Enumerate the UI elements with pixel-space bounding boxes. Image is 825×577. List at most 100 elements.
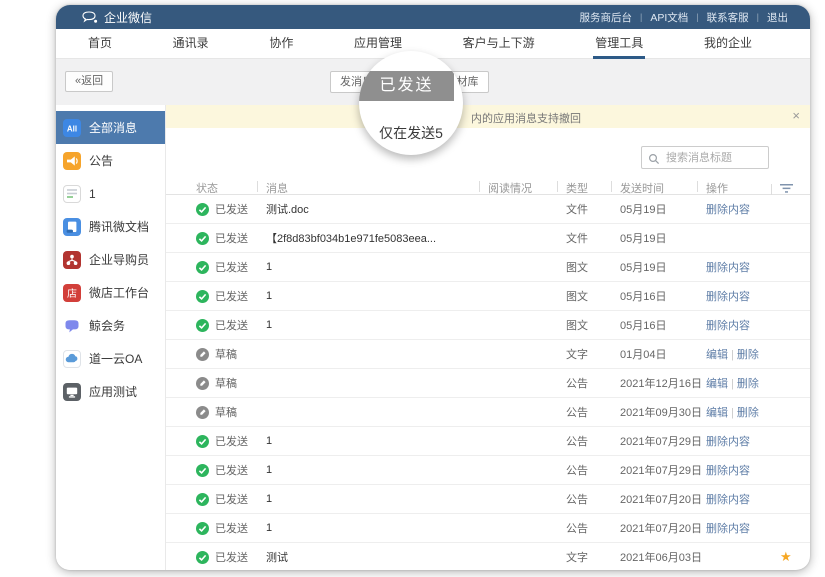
message-cell: 1 xyxy=(266,464,488,476)
action-link[interactable]: 删除内容 xyxy=(706,494,750,506)
app-window: 企业微信 服务商后台|API文档|联系客服|退出 首页通讯录协作应用管理客户与上… xyxy=(56,5,810,570)
sidebar-item-label: 1 xyxy=(89,187,96,201)
action-separator: | xyxy=(728,349,737,361)
nav-item[interactable]: 管理工具 xyxy=(595,29,643,59)
date-cell: 05月19日 xyxy=(620,230,706,246)
type-cell: 公告 xyxy=(566,491,620,507)
table-row: 已发送1公告2021年07月20日删除内容 xyxy=(166,485,810,514)
status-label: 已发送 xyxy=(215,462,248,478)
sent-check-icon xyxy=(196,522,209,535)
status-label: 草稿 xyxy=(215,375,237,391)
search-row xyxy=(166,128,810,180)
date-cell: 2021年12月16日 xyxy=(620,375,706,391)
sidebar-item[interactable]: 1 xyxy=(56,177,165,210)
action-link[interactable]: 编辑 xyxy=(706,378,728,390)
action-link[interactable]: 删除 xyxy=(737,349,759,361)
actions-cell: 删除内容 xyxy=(706,462,780,478)
table-row: 草稿公告2021年09月30日编辑|删除 xyxy=(166,398,810,427)
actions-cell: 编辑|删除 xyxy=(706,404,780,420)
top-link[interactable]: 服务商后台 xyxy=(572,10,641,25)
table-row: 已发送1公告2021年07月29日删除内容 xyxy=(166,427,810,456)
status-label: 已发送 xyxy=(215,317,248,333)
draft-icon xyxy=(196,377,209,390)
nav-item[interactable]: 我的企业 xyxy=(704,29,752,59)
action-link[interactable]: 删除内容 xyxy=(706,320,750,332)
actions-cell: 删除内容 xyxy=(706,520,780,536)
sidebar-item[interactable]: 腾讯微文档 xyxy=(56,210,165,243)
message-cell: 测试.doc xyxy=(266,201,488,217)
status-label: 已发送 xyxy=(215,259,248,275)
memo-icon xyxy=(63,185,81,203)
sent-check-icon xyxy=(196,435,209,448)
back-button[interactable]: «返回 xyxy=(65,71,113,92)
action-link[interactable]: 编辑 xyxy=(706,349,728,361)
close-icon[interactable]: × xyxy=(792,108,800,123)
sidebar-item-label: 腾讯微文档 xyxy=(89,218,149,235)
nav-item[interactable]: 协作 xyxy=(269,29,293,59)
draft-icon xyxy=(196,406,209,419)
sidebar-item-label: 道一云OA xyxy=(89,350,142,367)
search-input[interactable] xyxy=(641,146,769,169)
col-status: 状态 xyxy=(196,180,266,196)
all-badge-icon: All xyxy=(63,119,81,137)
svg-text:店: 店 xyxy=(67,287,77,300)
sidebar-item-label: 微店工作台 xyxy=(89,284,149,301)
table-body: 已发送测试.doc文件05月19日删除内容已发送【2f8d83bf034b1e9… xyxy=(166,195,810,570)
status-cell: 已发送 xyxy=(196,201,266,217)
action-link[interactable]: 删除 xyxy=(737,407,759,419)
nav-item[interactable]: 客户与上下游 xyxy=(463,29,535,59)
nav-item[interactable]: 通讯录 xyxy=(173,29,209,59)
top-bar: 企业微信 服务商后台|API文档|联系客服|退出 xyxy=(56,5,810,29)
star-icon[interactable]: ★ xyxy=(780,549,792,564)
status-cell: 已发送 xyxy=(196,491,266,507)
status-cell: 草稿 xyxy=(196,375,266,391)
action-link[interactable]: 删除内容 xyxy=(706,204,750,216)
table-row: 已发送1图文05月16日删除内容 xyxy=(166,311,810,340)
action-link[interactable]: 删除内容 xyxy=(706,465,750,477)
top-link[interactable]: 退出 xyxy=(759,10,796,25)
nav-item[interactable]: 首页 xyxy=(88,29,112,59)
sent-check-icon xyxy=(196,232,209,245)
type-cell: 文件 xyxy=(566,201,620,217)
action-link[interactable]: 删除内容 xyxy=(706,436,750,448)
action-link[interactable]: 编辑 xyxy=(706,407,728,419)
message-cell: 1 xyxy=(266,319,488,331)
date-cell: 2021年07月29日 xyxy=(620,433,706,449)
top-link[interactable]: API文档 xyxy=(642,10,696,25)
sidebar-item[interactable]: 鲸会务 xyxy=(56,309,165,342)
magnifier-lens: 已发送 仅在发送5 xyxy=(359,51,463,155)
status-cell: 草稿 xyxy=(196,346,266,362)
date-cell: 01月04日 xyxy=(620,346,706,362)
date-cell: 2021年09月30日 xyxy=(620,404,706,420)
action-link[interactable]: 删除内容 xyxy=(706,262,750,274)
sidebar-item[interactable]: 公告 xyxy=(56,144,165,177)
brand[interactable]: 企业微信 xyxy=(82,9,152,26)
date-cell: 05月19日 xyxy=(620,201,706,217)
sidebar-item-label: 公告 xyxy=(89,152,113,169)
action-link[interactable]: 删除内容 xyxy=(706,291,750,303)
status-cell: 已发送 xyxy=(196,462,266,478)
date-cell: 2021年07月29日 xyxy=(620,462,706,478)
sidebar-item-label: 鲸会务 xyxy=(89,317,125,334)
top-link[interactable]: 联系客服 xyxy=(699,10,757,25)
lens-sent-tab: 已发送 xyxy=(359,71,454,101)
message-cell: 测试 xyxy=(266,549,488,565)
actions-cell: 删除内容 xyxy=(706,288,780,304)
filter-icon[interactable] xyxy=(780,183,804,194)
status-label: 已发送 xyxy=(215,201,248,217)
sidebar-item[interactable]: All全部消息 xyxy=(56,111,165,144)
sidebar-item[interactable]: 应用测试 xyxy=(56,375,165,408)
status-cell: 已发送 xyxy=(196,520,266,536)
action-link[interactable]: 删除 xyxy=(737,378,759,390)
type-cell: 公告 xyxy=(566,520,620,536)
type-cell: 公告 xyxy=(566,433,620,449)
sidebar-item[interactable]: 企业导购员 xyxy=(56,243,165,276)
status-label: 已发送 xyxy=(215,549,248,565)
action-link[interactable]: 删除内容 xyxy=(706,523,750,535)
sidebar-item[interactable]: 店微店工作台 xyxy=(56,276,165,309)
status-label: 已发送 xyxy=(215,288,248,304)
message-cell: 【2f8d83bf034b1e971fe5083eea... xyxy=(266,230,488,246)
wechat-work-logo-icon xyxy=(82,10,98,24)
sidebar-item[interactable]: 道一云OA xyxy=(56,342,165,375)
actions-cell: 删除内容 xyxy=(706,433,780,449)
